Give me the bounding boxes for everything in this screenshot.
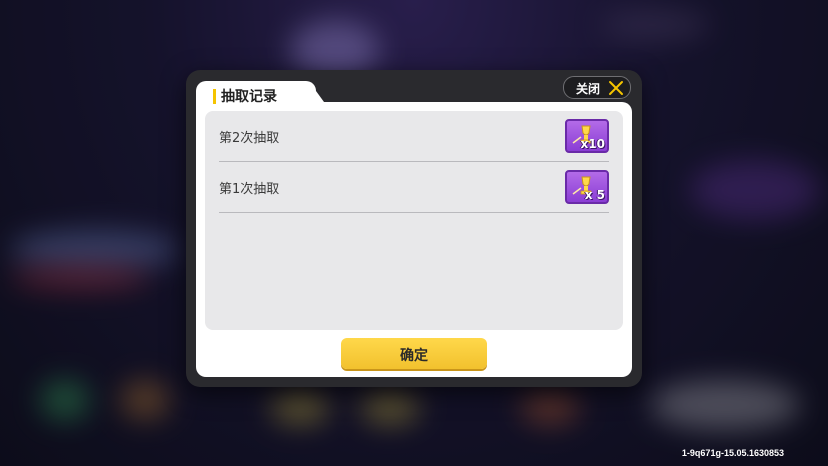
dialog-title: 抽取记录: [221, 89, 277, 105]
record-list[interactable]: 第2次抽取 x10 第1次抽取 x 5: [205, 111, 623, 330]
build-id: 1-9q671g-15.05.1630853: [681, 448, 784, 458]
reward-count: x10: [580, 137, 605, 151]
title-accent-bar: [213, 89, 216, 104]
close-icon: [609, 81, 623, 95]
confirm-button[interactable]: 确定: [341, 338, 487, 369]
reward-count: x 5: [584, 188, 605, 202]
reward-item[interactable]: x10: [565, 119, 609, 153]
record-row: 第2次抽取 x10: [219, 111, 609, 162]
reward-item[interactable]: x 5: [565, 170, 609, 204]
record-label: 第1次抽取: [219, 182, 280, 197]
confirm-label: 确定: [400, 348, 428, 364]
record-label: 第2次抽取: [219, 131, 280, 146]
record-row: 第1次抽取 x 5: [219, 162, 609, 213]
close-button[interactable]: 关闭: [563, 76, 631, 99]
close-label: 关闭: [576, 82, 601, 96]
draw-record-dialog: 抽取记录 关闭 第2次抽取 x10 第1次抽取 x 5 确定: [186, 70, 642, 387]
